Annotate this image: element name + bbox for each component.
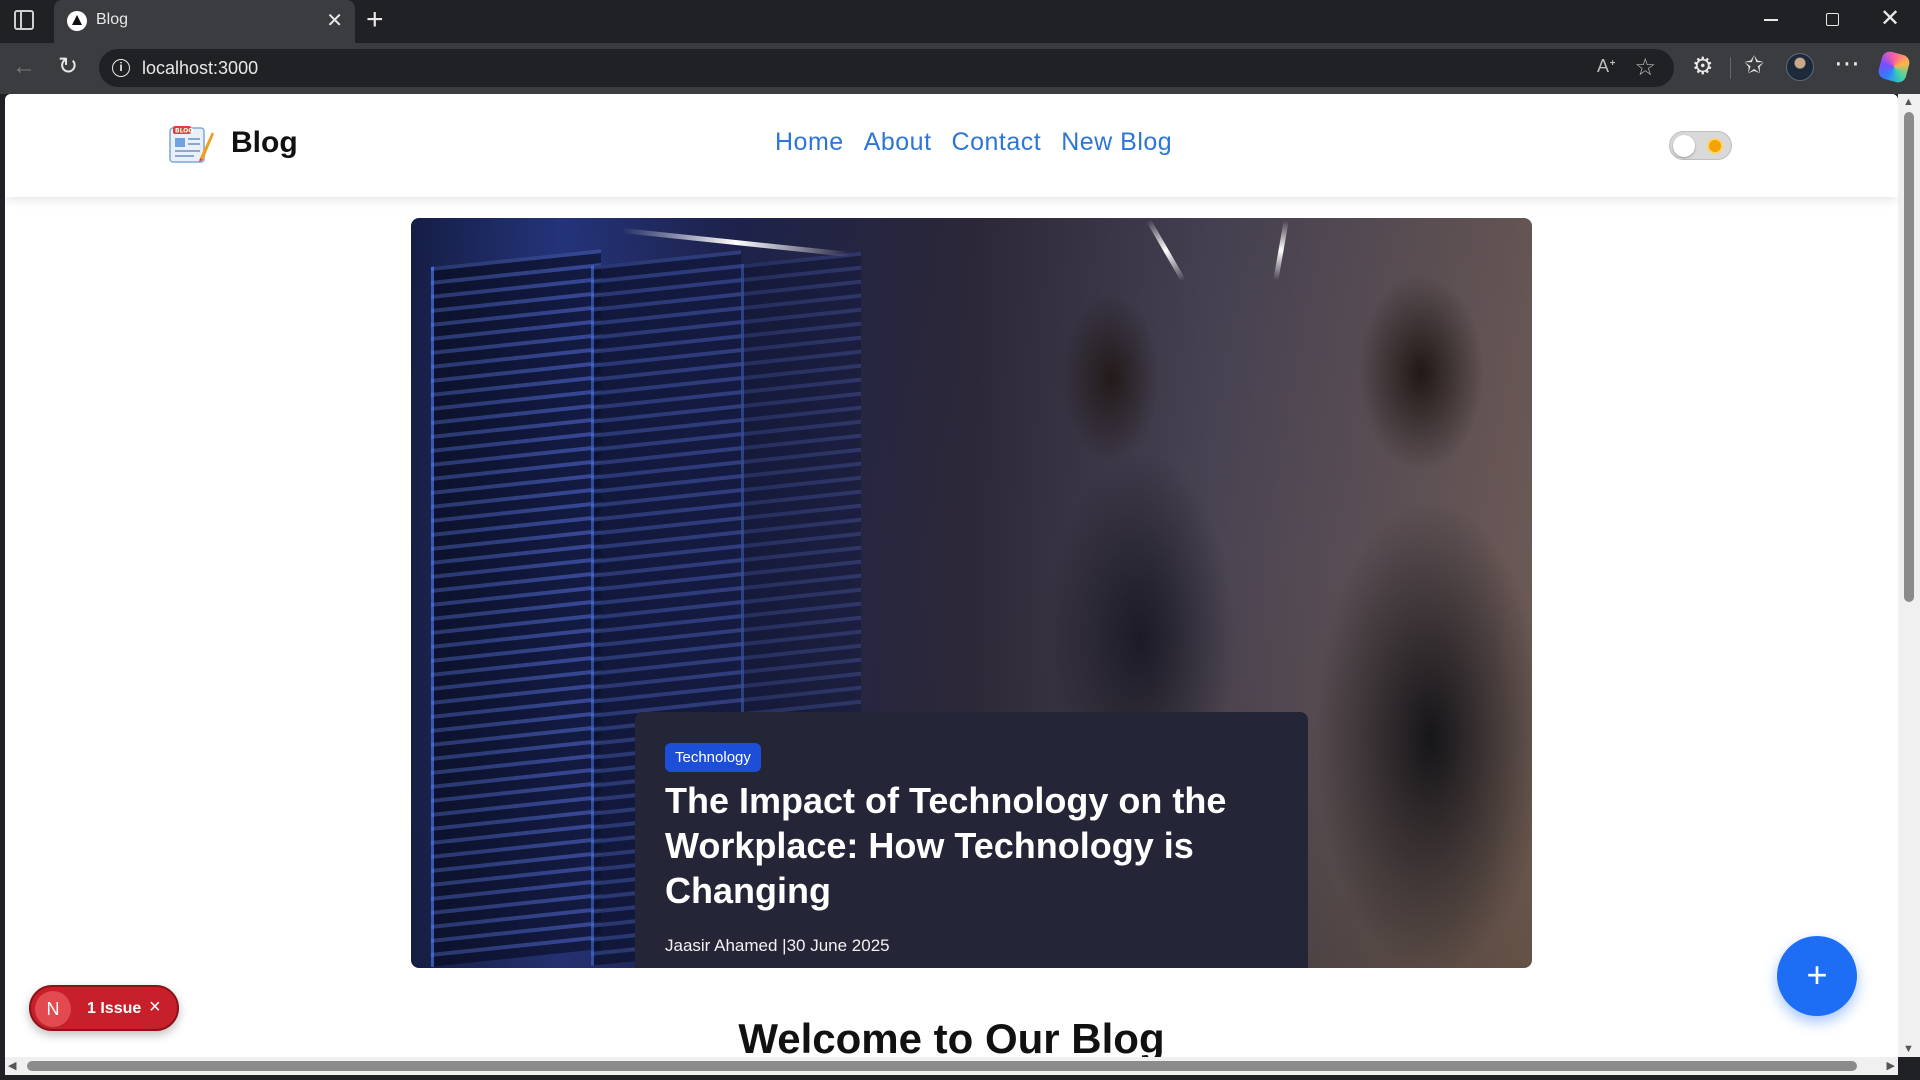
window-close-icon[interactable]: ✕ [1880, 4, 1900, 33]
add-post-button[interactable]: + [1777, 936, 1857, 1016]
dev-issues-badge[interactable]: N 1 Issue × [29, 985, 179, 1031]
read-aloud-icon[interactable]: Aᐩ [1597, 56, 1616, 77]
back-icon[interactable]: ← [12, 53, 36, 81]
info-icon[interactable]: i [112, 59, 130, 77]
toggle-knob [1673, 135, 1695, 157]
category-badge[interactable]: Technology [665, 743, 761, 772]
hero-post-card[interactable]: Technology The Impact of Technology on t… [635, 712, 1308, 968]
vertical-scrollbar[interactable]: ▲ ▼ [1898, 94, 1920, 1057]
window-bottom-edge [0, 1075, 1920, 1080]
page-viewport: BLOG Blog Home About Contact New Blog Te… [5, 94, 1898, 1057]
extensions-icon[interactable]: ⚙ [1692, 52, 1714, 81]
url-text[interactable]: localhost:3000 [142, 58, 258, 79]
site-header: BLOG Blog Home About Contact New Blog [5, 94, 1898, 197]
site-logo-text[interactable]: Blog [231, 126, 298, 160]
copilot-icon[interactable] [1876, 49, 1912, 85]
ceiling-light [1146, 218, 1186, 283]
tab-title: Blog [96, 11, 129, 28]
nav-link-contact[interactable]: Contact [952, 128, 1042, 157]
horizontal-scrollbar[interactable]: ◀ ▶ [5, 1057, 1898, 1075]
close-icon[interactable]: ✕ [326, 8, 343, 34]
minimize-icon[interactable] [1764, 19, 1778, 21]
sun-icon [1709, 140, 1721, 152]
scroll-down-icon[interactable]: ▼ [1903, 1043, 1914, 1055]
restore-icon[interactable] [1826, 13, 1839, 26]
nav-link-home[interactable]: Home [775, 128, 844, 157]
tab-favicon-icon [67, 11, 87, 31]
svg-text:BLOG: BLOG [175, 128, 193, 135]
favorites-icon[interactable]: ✩ [1744, 51, 1764, 80]
blog-logo-icon[interactable]: BLOG [168, 124, 214, 164]
section-title: Welcome to Our Blog [738, 1015, 1165, 1057]
horizontal-scroll-thumb[interactable] [27, 1061, 1857, 1071]
scroll-right-icon[interactable]: ▶ [1887, 1059, 1895, 1072]
profile-avatar[interactable] [1786, 53, 1814, 81]
scroll-left-icon[interactable]: ◀ [8, 1059, 16, 1072]
browser-tab[interactable]: Blog ✕ [54, 0, 355, 43]
toolbar-divider [1730, 57, 1731, 79]
reload-icon[interactable]: ↻ [58, 52, 78, 81]
nextjs-logo-icon: N [35, 991, 71, 1027]
vertical-scroll-thumb[interactable] [1904, 112, 1914, 602]
hero-post-meta: Jaasir Ahamed |30 June 2025 [665, 936, 890, 955]
scroll-up-icon[interactable]: ▲ [1903, 96, 1914, 108]
theme-toggle[interactable] [1669, 131, 1732, 160]
browser-tabbar: Blog ✕ + ✕ [0, 0, 1920, 43]
plus-icon[interactable]: + [366, 5, 384, 35]
hero-post-title[interactable]: The Impact of Technology on the Workplac… [665, 778, 1285, 913]
more-icon[interactable]: ⋯ [1834, 48, 1861, 79]
address-bar[interactable]: i localhost:3000 Aᐩ ☆ [99, 49, 1674, 87]
sidebar-icon[interactable] [14, 10, 34, 30]
ceiling-light [1273, 220, 1289, 281]
issue-count-text[interactable]: 1 Issue [87, 1000, 141, 1018]
nav-link-about[interactable]: About [864, 128, 932, 157]
featured-post-hero[interactable]: Technology The Impact of Technology on t… [411, 218, 1532, 968]
main-nav: Home About Contact New Blog [775, 128, 1172, 157]
star-icon[interactable]: ☆ [1634, 53, 1656, 82]
nav-link-new-blog[interactable]: New Blog [1061, 128, 1172, 157]
browser-toolbar: ← ↻ i localhost:3000 Aᐩ ☆ ⚙ ✩ ⋯ [0, 43, 1920, 94]
close-icon[interactable]: × [149, 996, 161, 1019]
server-rack-graphic [431, 249, 601, 967]
